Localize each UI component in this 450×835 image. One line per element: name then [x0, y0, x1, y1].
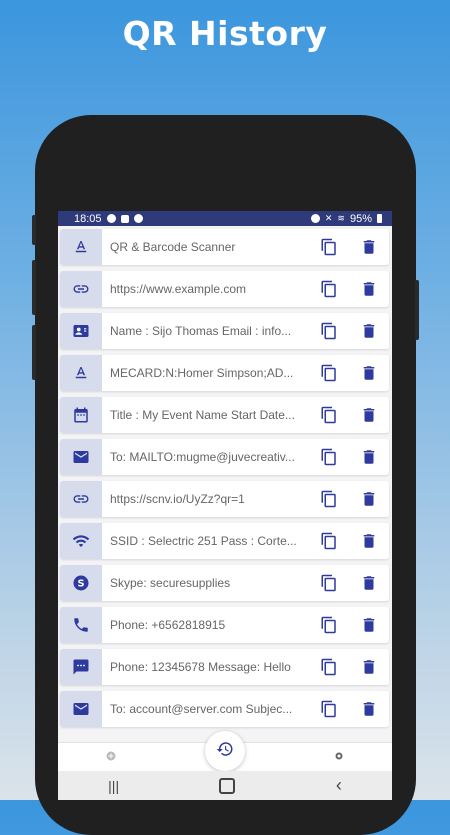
history-item-text: To: account@server.com Subjec...	[110, 702, 293, 716]
history-item[interactable]: To: account@server.com Subjec...	[60, 691, 389, 727]
status-bar: 18:05 ✕ ≋ 95%	[58, 211, 392, 226]
calendar-icon	[60, 397, 102, 433]
history-item-text: QR & Barcode Scanner	[110, 240, 236, 254]
copy-icon[interactable]	[309, 574, 349, 592]
history-item[interactable]: QR & Barcode Scanner	[60, 229, 389, 265]
history-button[interactable]	[205, 731, 245, 771]
delete-icon[interactable]	[349, 322, 389, 340]
contact-card-icon	[60, 313, 102, 349]
delete-icon[interactable]	[349, 616, 389, 634]
mute-icon: ✕	[324, 213, 333, 223]
delete-icon[interactable]	[349, 700, 389, 718]
delete-icon[interactable]	[349, 532, 389, 550]
link-icon	[60, 271, 102, 307]
delete-icon[interactable]	[349, 574, 389, 592]
battery-percent: 95%	[349, 212, 372, 225]
history-item-text: Skype: securesupplies	[110, 576, 231, 590]
delete-icon[interactable]	[349, 406, 389, 424]
copy-icon[interactable]	[309, 616, 349, 634]
system-nav-bar: ||| ‹	[58, 771, 392, 800]
delete-icon[interactable]	[349, 490, 389, 508]
history-item[interactable]: Name : Sijo Thomas Email : info...	[60, 313, 389, 349]
history-item[interactable]: To: MAILTO:mugme@juvecreativ...	[60, 439, 389, 475]
history-item-text: https://scnv.io/UyZz?qr=1	[110, 492, 245, 506]
scan-icon[interactable]	[105, 749, 117, 767]
delete-icon[interactable]	[349, 364, 389, 382]
chat-icon	[133, 214, 143, 223]
copy-icon[interactable]	[309, 406, 349, 424]
copy-icon[interactable]	[309, 322, 349, 340]
svg-text:S: S	[77, 578, 84, 589]
sms-icon	[60, 649, 102, 685]
text-icon	[60, 229, 102, 265]
home-icon[interactable]	[219, 777, 236, 794]
history-item[interactable]: https://scnv.io/UyZz?qr=1	[60, 481, 389, 517]
history-list: QR & Barcode Scanner https://www.example.…	[58, 226, 392, 727]
history-icon	[216, 740, 234, 763]
email-icon	[60, 439, 102, 475]
wifi-icon	[60, 523, 102, 559]
history-item[interactable]: Phone: 12345678 Message: Hello	[60, 649, 389, 685]
history-item[interactable]: Phone: +6562818915	[60, 607, 389, 643]
battery-icon	[377, 214, 382, 223]
history-item-text: Phone: +6562818915	[110, 618, 226, 632]
copy-icon[interactable]	[309, 658, 349, 676]
phone-icon	[60, 607, 102, 643]
history-item-text: MECARD:N:Homer Simpson;AD...	[110, 366, 294, 380]
delete-icon[interactable]	[349, 238, 389, 256]
history-item[interactable]: Title : My Event Name Start Date...	[60, 397, 389, 433]
copy-icon[interactable]	[309, 700, 349, 718]
history-item[interactable]: S Skype: securesupplies	[60, 565, 389, 601]
recent-apps-icon[interactable]: |||	[108, 778, 119, 794]
notification-icon	[120, 214, 129, 223]
history-item-text: Title : My Event Name Start Date...	[110, 408, 295, 422]
back-icon[interactable]: ‹	[336, 775, 342, 796]
status-time: 18:05	[74, 212, 102, 225]
copy-icon[interactable]	[309, 532, 349, 550]
history-item[interactable]: SSID : Selectric 251 Pass : Corte...	[60, 523, 389, 559]
page-headline: QR History	[122, 14, 328, 53]
history-item-text: Name : Sijo Thomas Email : info...	[110, 324, 292, 338]
history-item-text: To: MAILTO:mugme@juvecreativ...	[110, 450, 295, 464]
link-icon	[60, 481, 102, 517]
account-icon	[106, 214, 116, 223]
skype-icon: S	[60, 565, 102, 601]
delete-icon[interactable]	[349, 448, 389, 466]
copy-icon[interactable]	[309, 280, 349, 298]
delete-icon[interactable]	[349, 280, 389, 298]
history-item[interactable]: MECARD:N:Homer Simpson;AD...	[60, 355, 389, 391]
history-item[interactable]: https://www.example.com	[60, 271, 389, 307]
history-item-text: SSID : Selectric 251 Pass : Corte...	[110, 534, 297, 548]
delete-icon[interactable]	[349, 658, 389, 676]
alarm-icon	[310, 214, 320, 223]
history-item-text: https://www.example.com	[110, 282, 247, 296]
copy-icon[interactable]	[309, 364, 349, 382]
copy-icon[interactable]	[309, 238, 349, 256]
history-item-text: Phone: 12345678 Message: Hello	[110, 660, 291, 674]
copy-icon[interactable]	[309, 448, 349, 466]
app-screen: 18:05 ✕ ≋ 95% QR & Barcode Scanner https:…	[58, 211, 392, 800]
text-icon	[60, 355, 102, 391]
email-icon	[60, 691, 102, 727]
wifi-status-icon: ≋	[337, 213, 345, 223]
copy-icon[interactable]	[309, 490, 349, 508]
settings-icon[interactable]	[333, 749, 345, 767]
